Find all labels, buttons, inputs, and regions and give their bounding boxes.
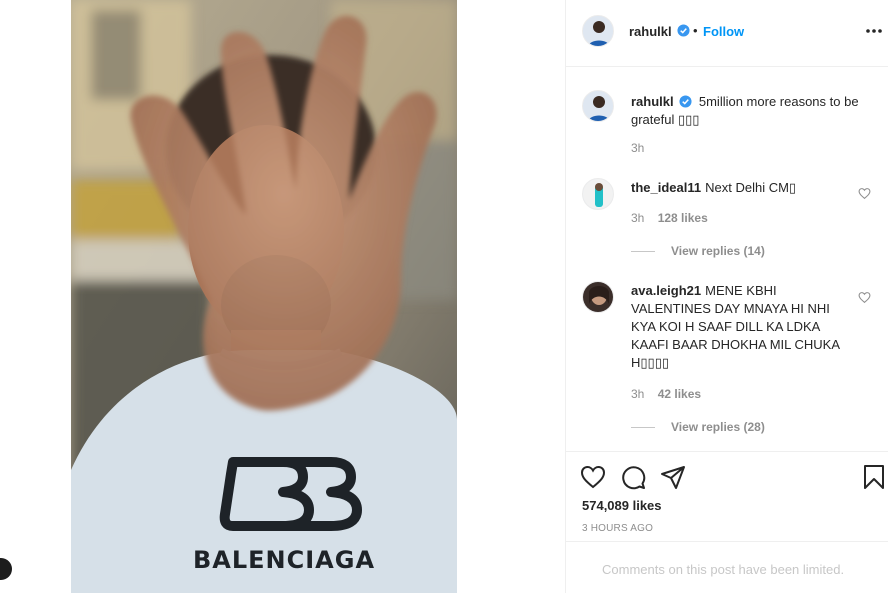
author-username[interactable]: rahulkl bbox=[629, 24, 672, 39]
comment-username[interactable]: ava.leigh21 bbox=[631, 283, 701, 298]
comment-likes[interactable]: 42 likes bbox=[658, 387, 701, 401]
view-replies-label: View replies (14) bbox=[671, 244, 765, 258]
bookmark-icon[interactable] bbox=[861, 464, 887, 490]
comment-time[interactable]: 3h bbox=[631, 211, 644, 225]
comment-text: the_ideal11 Next Delhi CM▯ bbox=[631, 179, 851, 197]
comment-meta: 3h 42 likes bbox=[631, 387, 701, 401]
comments-footer: Comments on this post have been limited. bbox=[566, 541, 888, 593]
caption-time[interactable]: 3h bbox=[631, 141, 644, 155]
post-likes-count[interactable]: 574,089 likes bbox=[582, 498, 662, 513]
comments-limited-notice: Comments on this post have been limited. bbox=[602, 562, 845, 577]
separator-dot: • bbox=[693, 23, 698, 38]
verified-badge-icon bbox=[679, 95, 692, 108]
comment-text: ava.leigh21 MENE KBHI VALENTINES DAY MNAY… bbox=[631, 282, 851, 372]
more-horizontal-icon[interactable] bbox=[862, 21, 886, 41]
shirt-brand-text: BALENCIAGA bbox=[193, 546, 375, 574]
view-replies-button[interactable]: View replies (14) bbox=[631, 244, 765, 258]
comment-likes[interactable]: 128 likes bbox=[658, 211, 708, 225]
replies-divider bbox=[631, 251, 655, 253]
like-comment-heart-icon[interactable] bbox=[858, 187, 871, 200]
commenter-avatar[interactable] bbox=[582, 178, 614, 210]
caption-avatar[interactable] bbox=[582, 90, 614, 122]
caption-username[interactable]: rahulkl bbox=[631, 94, 674, 109]
comment-icon[interactable] bbox=[620, 464, 646, 490]
comments-list[interactable]: rahulkl 5million more reasons to be grat… bbox=[566, 68, 888, 451]
share-icon[interactable] bbox=[660, 464, 686, 490]
like-comment-heart-icon[interactable] bbox=[858, 291, 871, 304]
view-replies-button[interactable]: View replies (28) bbox=[631, 420, 765, 434]
author-avatar[interactable] bbox=[582, 15, 614, 47]
comment-time[interactable]: 3h bbox=[631, 387, 644, 401]
view-replies-label: View replies (28) bbox=[671, 420, 765, 434]
page-edge-avatar bbox=[0, 558, 12, 580]
post-side-panel: rahulkl • Follow rahulkl 5million more r… bbox=[565, 0, 888, 593]
post-actions: 574,089 likes 3 HOURS AGO bbox=[566, 451, 888, 541]
comment-meta: 3h 128 likes bbox=[631, 211, 708, 225]
follow-button[interactable]: Follow bbox=[703, 24, 744, 39]
comment-body: Next Delhi CM▯ bbox=[705, 180, 797, 195]
post-photo[interactable]: BALENCIAGA bbox=[71, 0, 457, 593]
heart-icon[interactable] bbox=[580, 464, 606, 490]
replies-divider bbox=[631, 427, 655, 429]
caption-text: rahulkl 5million more reasons to be grat… bbox=[631, 93, 876, 129]
comment-username[interactable]: the_ideal11 bbox=[631, 180, 701, 195]
verified-badge-icon bbox=[677, 24, 690, 37]
commenter-avatar[interactable] bbox=[582, 281, 614, 313]
post-timestamp[interactable]: 3 HOURS AGO bbox=[582, 523, 653, 534]
post-header: rahulkl • Follow bbox=[566, 0, 888, 67]
